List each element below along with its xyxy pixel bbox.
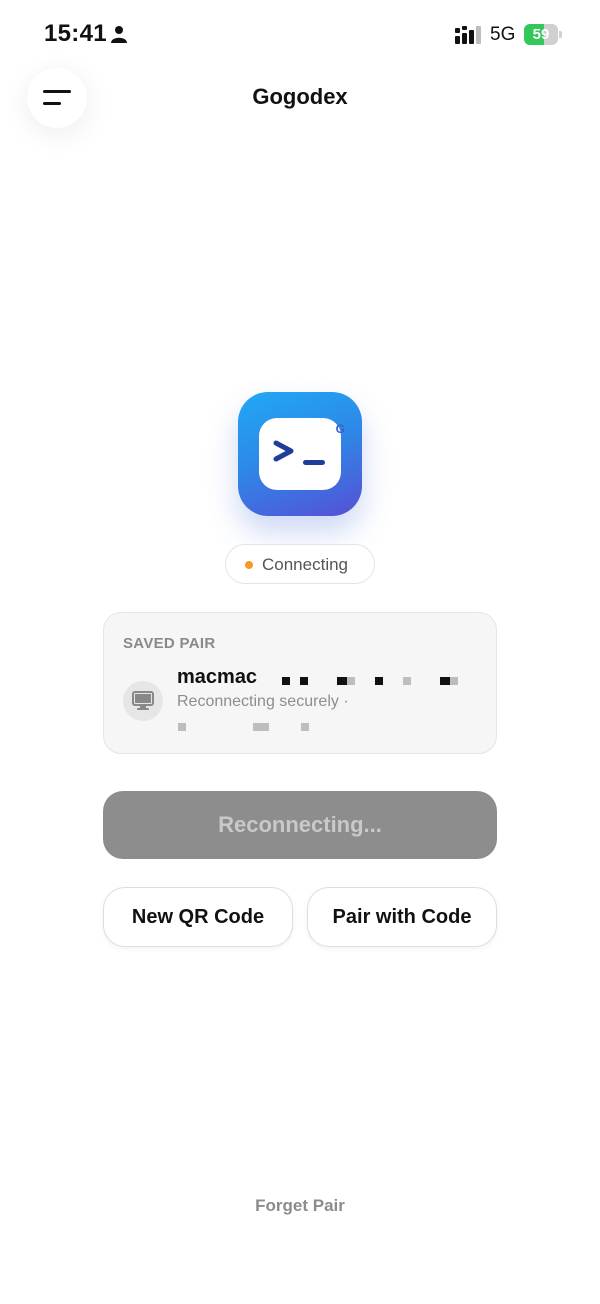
redacted-text <box>337 677 347 685</box>
redacted-text <box>375 677 383 685</box>
app-logo: G <box>238 392 362 516</box>
saved-pair-card[interactable]: SAVED PAIR macmac Reconnecting securely … <box>103 612 497 754</box>
redacted-text <box>178 723 186 731</box>
monitor-icon <box>132 691 154 710</box>
redacted-text <box>440 677 450 685</box>
new-qr-code-button[interactable]: New QR Code <box>103 887 293 947</box>
forget-pair-link[interactable]: Forget Pair <box>0 1196 600 1216</box>
reconnecting-button[interactable]: Reconnecting... <box>103 791 497 859</box>
device-avatar <box>123 681 163 721</box>
redacted-text <box>300 677 308 685</box>
redacted-text <box>347 677 355 685</box>
device-name: macmac <box>177 666 258 688</box>
status-time: 15:41 <box>44 20 107 47</box>
saved-pair-label: SAVED PAIR <box>123 635 216 652</box>
battery-cap <box>559 31 562 38</box>
network-label: 5G <box>490 24 516 45</box>
terminal-icon: G <box>259 418 345 490</box>
battery-body: 59 <box>524 24 558 45</box>
redacted-text <box>282 677 290 685</box>
signal-icon <box>455 26 481 44</box>
redacted-text <box>301 723 309 731</box>
connection-status-badge: Connecting <box>225 544 375 584</box>
status-dot <box>245 561 253 569</box>
pair-with-code-button[interactable]: Pair with Code <box>307 887 497 947</box>
connection-status-text: Connecting <box>262 555 349 574</box>
logo-badge-letter: G <box>335 422 345 436</box>
status-bar: 15:41 5G 59 <box>0 0 600 70</box>
redacted-text <box>253 723 269 731</box>
page-title: Gogodex <box>252 84 348 109</box>
person-icon <box>111 26 127 43</box>
redacted-text <box>450 677 458 685</box>
redacted-text <box>403 677 411 685</box>
terminal-prompt-icon <box>273 440 325 465</box>
battery-percent: 59 <box>532 26 550 43</box>
device-status: Reconnecting securely · <box>177 693 349 710</box>
battery-indicator: 59 <box>524 24 562 45</box>
